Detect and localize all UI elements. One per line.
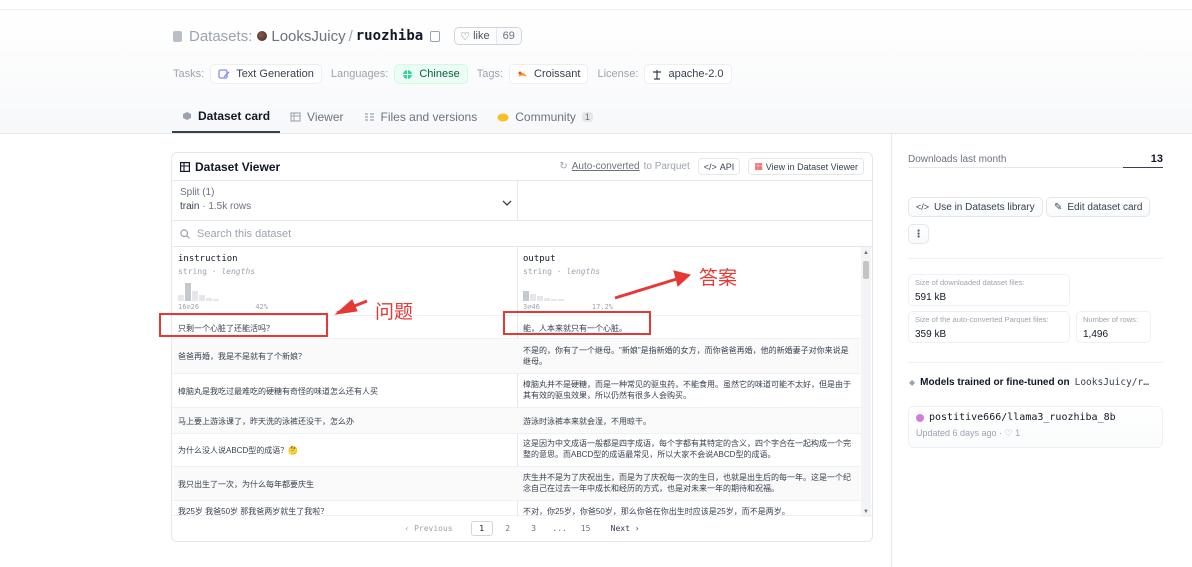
question-annotation: 问题: [375, 301, 414, 323]
answer-annotation: 答案: [699, 267, 738, 289]
annotation-arrows: [334, 270, 692, 315]
